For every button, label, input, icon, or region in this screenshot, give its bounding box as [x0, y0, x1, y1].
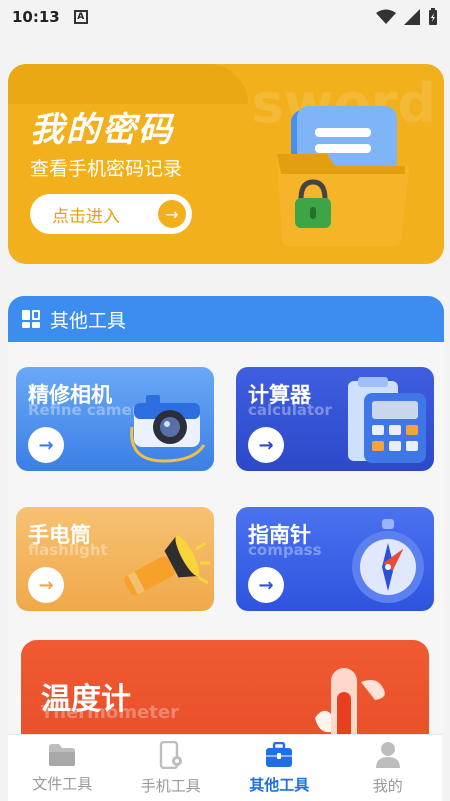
- nav-file-tools[interactable]: 文件工具: [8, 735, 117, 801]
- folder-icon: [49, 743, 76, 766]
- arrow-right-icon: →: [158, 200, 186, 228]
- tool-card-flashlight[interactable]: flashlight 手电筒 →: [16, 507, 214, 611]
- tool-card-calculator[interactable]: calculator 计算器 →: [236, 367, 434, 471]
- tool-title: 手电筒: [28, 523, 91, 547]
- thermometer-icon: [315, 668, 385, 740]
- tool-title: 精修相机: [28, 383, 112, 407]
- tool-card-thermometer[interactable]: Thermometer 温度计: [21, 640, 429, 740]
- tool-title: 指南针: [248, 523, 311, 547]
- flashlight-icon: [124, 535, 210, 596]
- nav-phone-tools[interactable]: 手机工具: [117, 735, 226, 801]
- nav-mine[interactable]: 我的: [334, 735, 443, 801]
- card-tab-decoration: [8, 64, 248, 104]
- notification-a-icon: A: [73, 10, 88, 24]
- arrow-right-icon[interactable]: →: [248, 427, 284, 463]
- nav-other-tools[interactable]: 其他工具: [225, 735, 334, 801]
- tool-card-refine-camera[interactable]: Refine camera 精修相机 →: [16, 367, 214, 471]
- battery-icon: [429, 8, 437, 25]
- enter-button-label: 点击进入: [52, 206, 120, 227]
- camera-icon: [130, 395, 206, 463]
- password-card-subtitle: 查看手机密码记录: [30, 158, 183, 180]
- tool-card-compass[interactable]: compass 指南针 →: [236, 507, 434, 611]
- my-password-card[interactable]: sword 我的密码 查看手机密码记录 点击进入 →: [8, 64, 444, 264]
- compass-icon: [352, 519, 424, 603]
- arrow-right-icon[interactable]: →: [28, 567, 64, 603]
- bottom-navigation: 文件工具 手机工具 其他工具 我的: [8, 734, 442, 801]
- password-card-title: 我的密码: [30, 110, 174, 150]
- status-bar: 10:13 A: [0, 0, 450, 34]
- status-time: 10:13: [12, 8, 60, 26]
- locked-folder-icon: [277, 106, 409, 246]
- arrow-right-icon[interactable]: →: [28, 427, 64, 463]
- signal-icon: [404, 9, 420, 25]
- nav-label: 手机工具: [140, 776, 201, 795]
- toolbox-icon: [266, 741, 293, 767]
- phone-settings-icon: [159, 740, 182, 769]
- nav-label: 文件工具: [32, 774, 93, 793]
- tool-title: 计算器: [248, 383, 311, 407]
- nav-label: 我的: [372, 776, 403, 795]
- grid-icon: [22, 310, 40, 328]
- nav-label: 其他工具: [249, 775, 310, 794]
- calculator-icon: [348, 377, 426, 463]
- wifi-icon: [376, 9, 396, 24]
- section-title: 其他工具: [50, 309, 127, 332]
- user-icon: [375, 741, 400, 768]
- arrow-right-icon[interactable]: →: [248, 567, 284, 603]
- enter-button[interactable]: 点击进入 →: [30, 194, 192, 234]
- tool-title: 温度计: [41, 682, 131, 717]
- other-tools-header: 其他工具: [8, 296, 444, 342]
